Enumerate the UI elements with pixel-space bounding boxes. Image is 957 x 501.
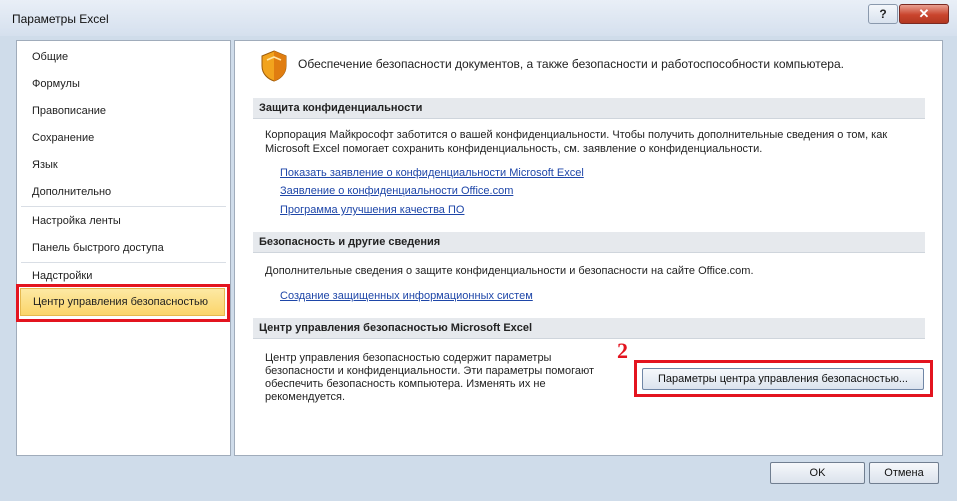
sidebar-item-customize-ribbon[interactable]: Настройка ленты xyxy=(32,215,121,227)
sidebar: Общие Формулы Правописание Сохранение Яз… xyxy=(16,40,231,456)
trust-center-text: рекомендуется. xyxy=(265,391,346,403)
highlight-box-2 xyxy=(634,360,933,397)
sidebar-item-proofing[interactable]: Правописание xyxy=(32,105,106,117)
trust-center-text: безопасности и конфиденциальности. Эти п… xyxy=(265,365,595,377)
cancel-button[interactable]: Отмена xyxy=(869,462,939,484)
section-title: Центр управления безопасностью Microsoft… xyxy=(259,322,533,334)
help-button[interactable]: ? xyxy=(868,4,898,24)
ceip-link[interactable]: Программа улучшения качества ПО xyxy=(280,204,464,216)
sidebar-item-save[interactable]: Сохранение xyxy=(32,132,94,144)
sidebar-divider xyxy=(21,262,226,263)
sidebar-item-formulas[interactable]: Формулы xyxy=(32,78,80,90)
sidebar-item-language[interactable]: Язык xyxy=(32,159,58,171)
trust-center-text: Центр управления безопасностью содержит … xyxy=(265,352,552,364)
security-text: Дополнительные сведения о защите конфиде… xyxy=(265,265,754,277)
sidebar-item-quick-access-toolbar[interactable]: Панель быстрого доступа xyxy=(32,242,164,254)
trust-center-text: обеспечить безопасность компьютера. Изме… xyxy=(265,378,546,390)
privacy-statement-link[interactable]: Показать заявление о конфиденциальности … xyxy=(280,167,584,179)
sidebar-item-advanced[interactable]: Дополнительно xyxy=(32,186,111,198)
sidebar-divider xyxy=(21,206,226,207)
sidebar-item-general[interactable]: Общие xyxy=(32,51,68,63)
privacy-text: Корпорация Майкрософт заботится о вашей … xyxy=(265,129,888,141)
section-title: Безопасность и другие сведения xyxy=(259,236,441,248)
page-header: Обеспечение безопасности документов, а т… xyxy=(298,57,844,71)
ok-button[interactable]: OK xyxy=(770,462,865,484)
title-bar: Параметры Excel ? ✕ xyxy=(0,0,957,36)
close-button[interactable]: ✕ xyxy=(899,4,949,24)
annotation-number-2: 2 xyxy=(617,338,628,363)
privacy-text: Microsoft Excel помогает сохранить конфи… xyxy=(265,143,763,155)
shield-icon xyxy=(261,50,287,82)
section-title: Защита конфиденциальности xyxy=(259,102,423,114)
office-privacy-link[interactable]: Заявление о конфиденциальности Office.co… xyxy=(280,185,513,197)
highlight-box-1 xyxy=(16,284,230,322)
trustworthy-computing-link[interactable]: Создание защищенных информационных систе… xyxy=(280,290,533,302)
window-title: Параметры Excel xyxy=(12,12,109,26)
section-header-security: Безопасность и другие сведения xyxy=(253,232,925,253)
sidebar-item-addins[interactable]: Надстройки xyxy=(32,270,92,282)
section-header-privacy: Защита конфиденциальности xyxy=(253,98,925,119)
section-header-trust-center: Центр управления безопасностью Microsoft… xyxy=(253,318,925,339)
